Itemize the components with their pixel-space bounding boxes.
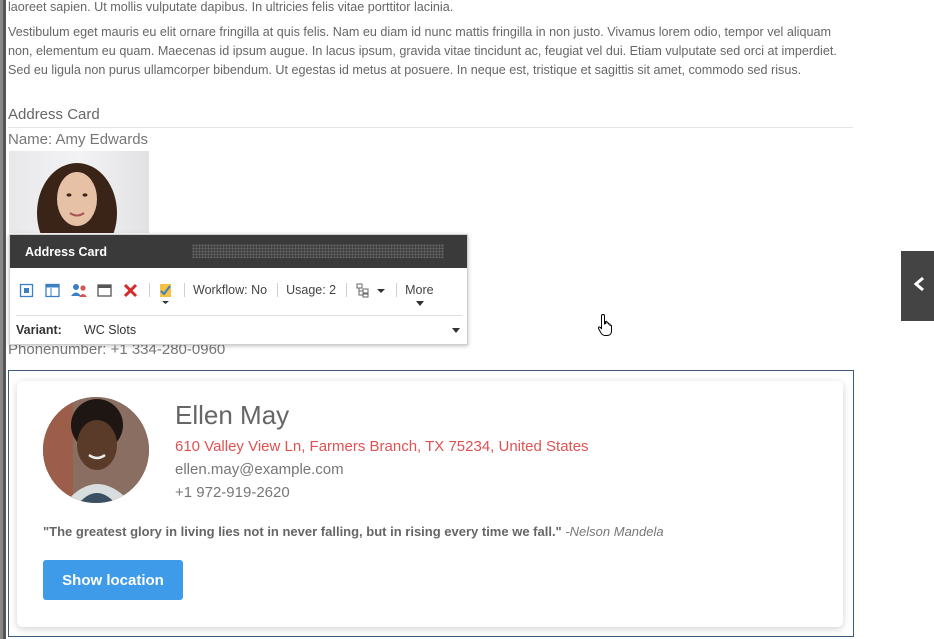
layout-icon[interactable] (45, 283, 60, 298)
amy-photo (9, 151, 149, 233)
contact-quote: "The greatest glory in living lies not i… (43, 524, 664, 539)
toolbar-separator (149, 283, 150, 297)
hand-cursor-icon (597, 313, 612, 336)
quote-author: -Nelson Mandela (565, 524, 664, 539)
left-edge-strip (0, 0, 6, 639)
chevron-left-icon (913, 276, 924, 292)
variant-value: WC Slots (84, 323, 137, 337)
toolbar-title: Address Card (25, 245, 107, 259)
toolbar-separator (184, 283, 185, 297)
heading-divider (8, 127, 853, 128)
toolbar-separator (346, 283, 348, 297)
quote-text: "The greatest glory in living lies not i… (43, 524, 562, 539)
contact-email[interactable]: ellen.may@example.com (175, 461, 344, 478)
contact-address[interactable]: 610 Valley View Ln, Farmers Branch, TX 7… (175, 438, 589, 455)
contact-phone: +1 972-919-2620 (175, 484, 290, 501)
tree-icon[interactable] (355, 283, 370, 298)
delete-icon[interactable] (123, 283, 138, 298)
select-icon[interactable] (19, 283, 34, 298)
side-panel-toggle[interactable] (901, 251, 934, 321)
address-card: Ellen May 610 Valley View Ln, Farmers Br… (17, 381, 843, 627)
toolbar-header[interactable]: Address Card (10, 235, 467, 268)
body-paragraph: Vestibulum eget mauris eu elit ornare fr… (8, 25, 837, 77)
drag-handle[interactable] (192, 244, 444, 258)
toolbar-separator (396, 283, 398, 297)
name-line: Name: Amy Edwards (8, 131, 149, 148)
variant-select[interactable]: Variant: WC Slots (16, 323, 462, 339)
window-icon[interactable] (97, 283, 112, 298)
personalize-icon[interactable] (71, 283, 87, 298)
avatar (43, 397, 149, 503)
chevron-down-icon[interactable] (376, 283, 386, 298)
contact-name: Ellen May (175, 400, 290, 430)
component-toolbar: Address Card Workflow: No Usage: 2 More … (9, 234, 468, 345)
workflow-status[interactable]: Workflow: No (193, 283, 267, 297)
chevron-down-icon (452, 328, 460, 333)
more-menu[interactable]: More (405, 283, 434, 306)
toolbar-divider (16, 315, 462, 316)
intro-paragraph-tail: laoreet sapien. Ut mollis vulputate dapi… (8, 0, 454, 14)
approve-icon[interactable] (158, 283, 173, 304)
address-card-heading: Address Card (8, 106, 100, 123)
toolbar-actions: Workflow: No Usage: 2 More (19, 278, 444, 306)
show-location-button[interactable]: Show location (43, 560, 183, 600)
toolbar-separator (277, 283, 279, 297)
variant-label: Variant: (16, 323, 62, 337)
more-label: More (405, 283, 434, 297)
usage-count[interactable]: Usage: 2 (286, 283, 336, 297)
